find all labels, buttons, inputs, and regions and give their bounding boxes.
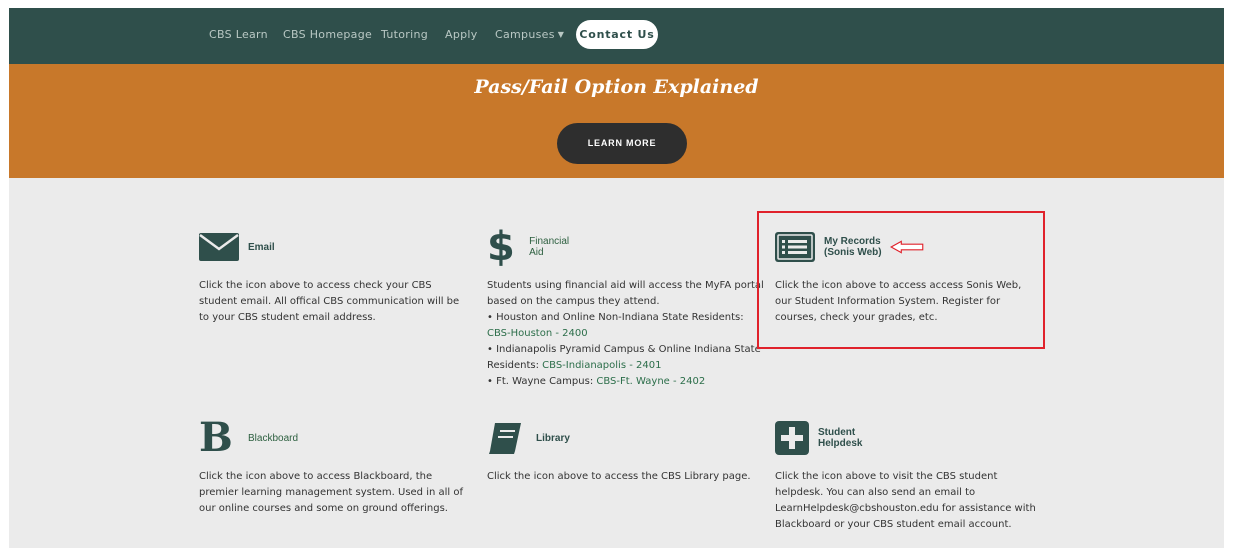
hero-title: Pass/Fail Option Explained — [474, 76, 759, 98]
blackboard-title[interactable]: Blackboard — [248, 433, 298, 444]
nav-tutoring[interactable]: Tutoring — [381, 28, 428, 41]
hero-banner: Pass/Fail Option Explained LEARN MORE — [9, 64, 1224, 178]
page-frame: CBS Learn CBS Homepage Tutoring Apply Ca… — [9, 8, 1224, 548]
email-card-header: Email — [199, 230, 275, 264]
library-title[interactable]: Library — [536, 433, 570, 444]
blackboard-b-icon[interactable]: B — [199, 418, 239, 458]
dollar-icon[interactable]: $ — [487, 227, 520, 267]
caret-down-icon: ▼ — [557, 30, 565, 39]
blackboard-card-header: B Blackboard — [199, 418, 298, 458]
financial-aid-item-houston: • Houston and Online Non-Indiana State R… — [487, 312, 744, 323]
link-cbs-ft-wayne[interactable]: CBS-Ft. Wayne - 2402 — [596, 376, 705, 387]
financial-aid-item-ft-wayne: • Ft. Wayne Campus: — [487, 376, 594, 387]
link-cbs-indianapolis[interactable]: CBS-Indianapolis - 2401 — [542, 360, 661, 371]
nav-campuses-dropdown[interactable]: Campuses ▼ — [495, 28, 564, 41]
book-icon[interactable] — [487, 421, 527, 455]
nav-cbs-learn[interactable]: CBS Learn — [209, 28, 268, 41]
contact-us-button[interactable]: Contact Us — [576, 20, 658, 49]
envelope-icon[interactable] — [199, 230, 239, 264]
financial-aid-description: Students using financial aid will access… — [487, 278, 777, 390]
nav-cbs-homepage[interactable]: CBS Homepage — [283, 28, 372, 41]
helpdesk-title[interactable]: Student Helpdesk — [818, 427, 868, 449]
blackboard-description: Click the icon above to access Blackboar… — [199, 471, 464, 514]
email-description: Click the icon above to access check you… — [199, 280, 460, 323]
library-card-header: Library — [487, 421, 570, 455]
link-cbs-houston[interactable]: CBS-Houston - 2400 — [487, 328, 588, 339]
top-navbar: CBS Learn CBS Homepage Tutoring Apply Ca… — [9, 8, 1224, 64]
plus-square-icon[interactable] — [775, 421, 809, 455]
financial-aid-card-header: $ Financial Aid — [487, 227, 576, 267]
financial-aid-intro: Students using financial aid will access… — [487, 280, 764, 307]
library-description: Click the icon above to access the CBS L… — [487, 471, 751, 482]
learn-more-button[interactable]: LEARN MORE — [557, 123, 687, 164]
helpdesk-description: Click the icon above to visit the CBS st… — [775, 471, 1036, 530]
helpdesk-card-header: Student Helpdesk — [775, 421, 868, 455]
annotation-highlight-box — [757, 211, 1045, 349]
nav-campuses-label: Campuses — [495, 28, 555, 41]
email-title[interactable]: Email — [248, 242, 275, 253]
nav-apply[interactable]: Apply — [445, 28, 478, 41]
financial-aid-title[interactable]: Financial Aid — [529, 236, 576, 258]
